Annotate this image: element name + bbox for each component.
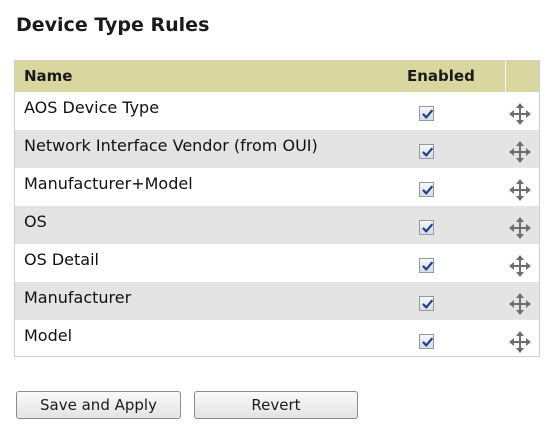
enabled-checkbox[interactable] [419, 220, 434, 235]
enabled-checkbox[interactable] [419, 106, 434, 121]
table-row: Model [15, 320, 539, 358]
column-header-enabled: Enabled [407, 67, 475, 85]
page-title: Device Type Rules [16, 14, 210, 36]
rule-name-label: Manufacturer+Model [24, 174, 193, 193]
revert-button[interactable]: Revert [194, 391, 358, 419]
move-icon[interactable] [509, 141, 531, 163]
checkmark-icon [422, 261, 433, 271]
move-icon[interactable] [509, 217, 531, 239]
checkmark-icon [422, 223, 433, 233]
enabled-checkbox[interactable] [419, 258, 434, 273]
table-row: Manufacturer+Model [15, 168, 539, 206]
device-type-rules-table: Name Enabled AOS Device Type Network Inte… [14, 60, 540, 357]
table-row: AOS Device Type [15, 92, 539, 130]
rule-name-label: OS [24, 212, 47, 231]
table-row: Network Interface Vendor (from OUI) [15, 130, 539, 168]
table-row: OS [15, 206, 539, 244]
move-icon[interactable] [509, 179, 531, 201]
column-header-name: Name [24, 67, 73, 85]
checkmark-icon [422, 147, 433, 157]
device-type-rules-page: Device Type Rules Name Enabled AOS Devic… [0, 0, 556, 428]
checkmark-icon [422, 185, 433, 195]
enabled-checkbox[interactable] [419, 334, 434, 349]
enabled-checkbox[interactable] [419, 144, 434, 159]
checkmark-icon [422, 109, 433, 119]
rule-name-label: Network Interface Vendor (from OUI) [24, 136, 318, 155]
table-header: Name Enabled [15, 61, 539, 92]
enabled-checkbox[interactable] [419, 182, 434, 197]
move-icon[interactable] [509, 103, 531, 125]
table-row: Manufacturer [15, 282, 539, 320]
checkmark-icon [422, 299, 433, 309]
rule-name-label: Manufacturer [24, 288, 132, 307]
save-and-apply-button[interactable]: Save and Apply [16, 391, 181, 419]
table-row: OS Detail [15, 244, 539, 282]
move-icon[interactable] [509, 331, 531, 353]
move-icon[interactable] [509, 293, 531, 315]
rule-name-label: Model [24, 326, 73, 345]
rule-name-label: AOS Device Type [24, 98, 160, 117]
enabled-checkbox[interactable] [419, 296, 434, 311]
checkmark-icon [422, 337, 433, 347]
header-divider [505, 61, 506, 92]
move-icon[interactable] [509, 255, 531, 277]
rule-name-label: OS Detail [24, 250, 99, 269]
